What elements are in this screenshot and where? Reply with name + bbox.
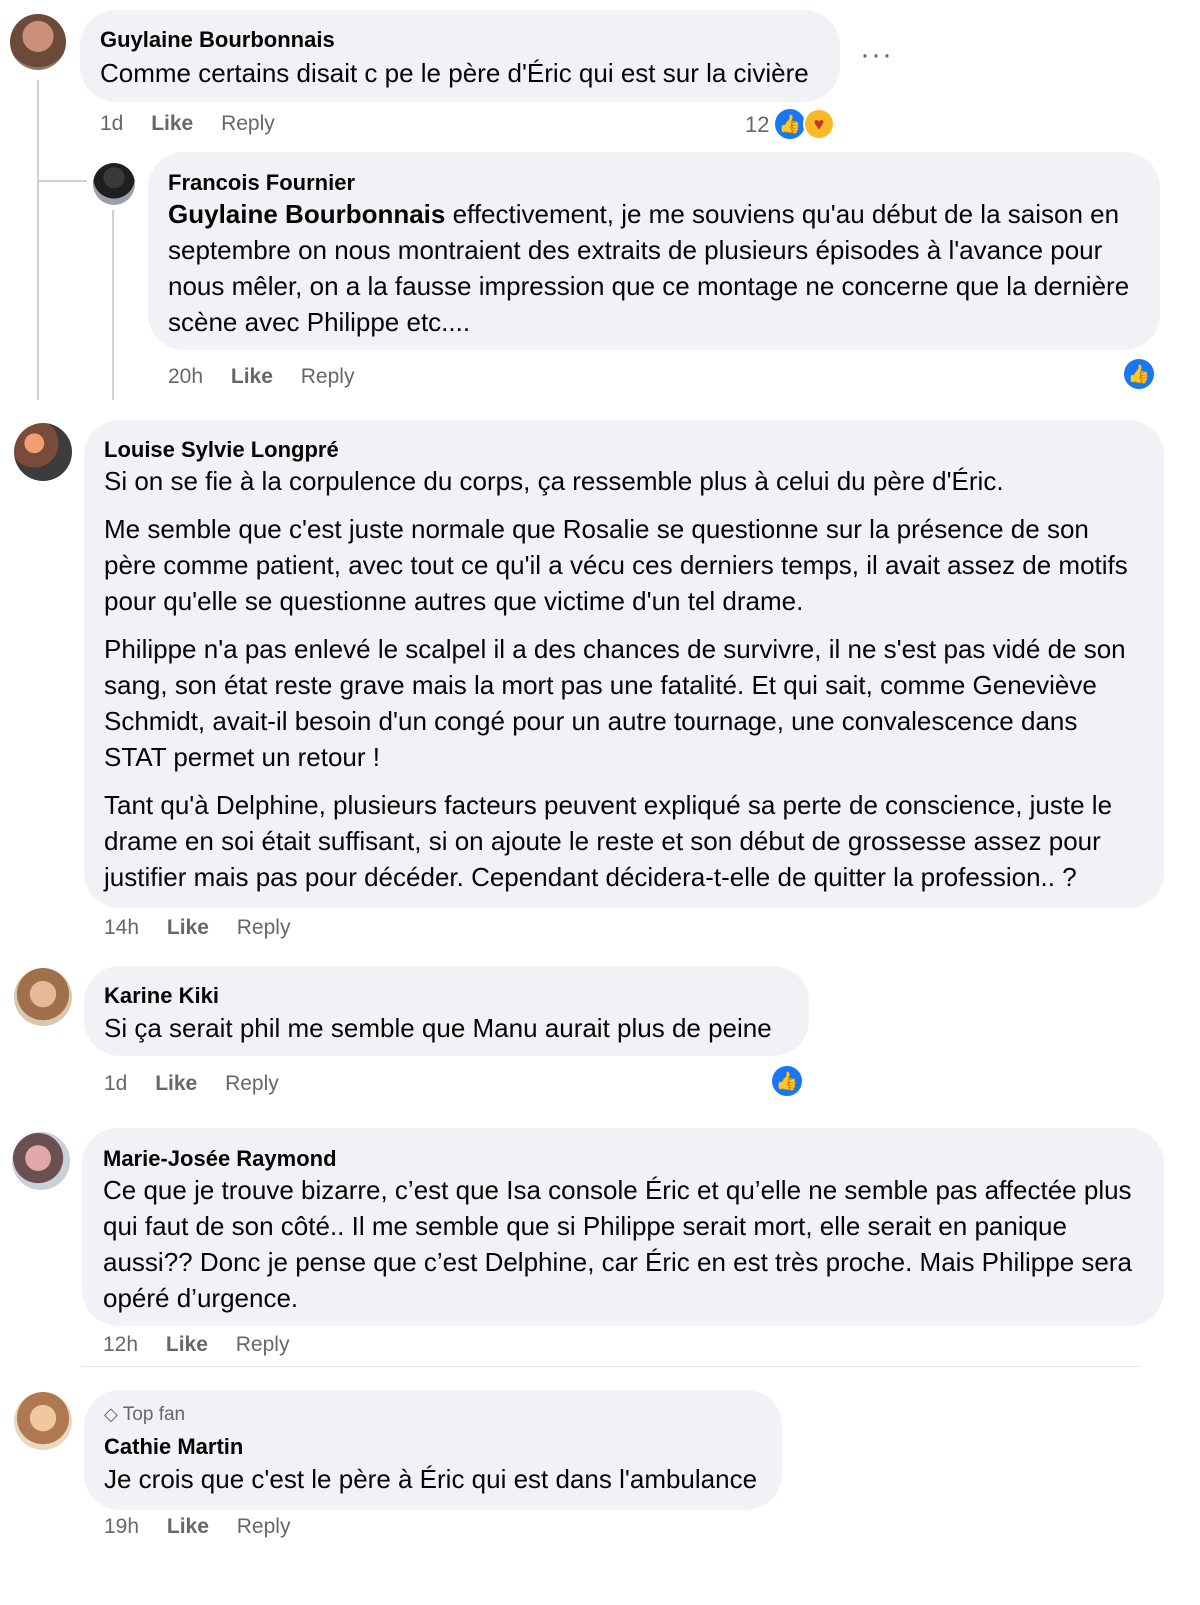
- like-button[interactable]: Like: [166, 1333, 208, 1357]
- comment-author[interactable]: Cathie Martin: [104, 1434, 243, 1460]
- comment-actions: 1d Like Reply: [104, 1072, 301, 1096]
- comment-author[interactable]: Louise Sylvie Longpré: [104, 437, 339, 463]
- more-options-icon[interactable]: ···: [860, 38, 893, 72]
- comment-paragraph: Si on se fie à la corpulence du corps, ç…: [104, 466, 1004, 496]
- comment-actions: 1d Like Reply: [100, 112, 297, 136]
- like-icon[interactable]: 👍: [773, 107, 807, 141]
- thread-branch: [37, 180, 87, 182]
- avatar[interactable]: [14, 423, 72, 481]
- comment-paragraph: Philippe n'a pas enlevé le scalpel il a …: [104, 634, 1126, 772]
- comment-time[interactable]: 1d: [104, 1072, 127, 1096]
- comment-paragraph: Me semble que c'est juste normale que Ro…: [104, 514, 1128, 616]
- comment-author[interactable]: Karine Kiki: [104, 983, 219, 1009]
- comment-actions: 12h Like Reply: [103, 1333, 311, 1357]
- avatar[interactable]: [14, 1392, 72, 1450]
- like-button[interactable]: Like: [231, 365, 273, 389]
- comment-text: Ce que je trouve bizarre, c’est que Isa …: [103, 1172, 1143, 1328]
- comment-author[interactable]: Marie-Josée Raymond: [103, 1146, 337, 1172]
- comment-actions: 19h Like Reply: [104, 1515, 312, 1539]
- reaction-count[interactable]: 12: [745, 112, 769, 138]
- avatar[interactable]: [14, 968, 72, 1026]
- comment-actions: 20h Like Reply: [168, 365, 376, 389]
- comment-text: Si ça serait phil me semble que Manu aur…: [104, 1010, 804, 1058]
- reply-thread-line: [112, 210, 114, 400]
- comment-text: Comme certains disait c pe le père d'Éri…: [100, 55, 830, 103]
- like-button[interactable]: Like: [167, 1515, 209, 1539]
- like-icon[interactable]: 👍: [770, 1064, 804, 1098]
- like-button[interactable]: Like: [155, 1072, 197, 1096]
- diamond-icon: ◇: [104, 1404, 118, 1424]
- comment-paragraph: Ce que je trouve bizarre, c’est que Isa …: [103, 1175, 1132, 1313]
- comment-time[interactable]: 20h: [168, 365, 203, 389]
- comment-time[interactable]: 19h: [104, 1515, 139, 1539]
- comment-text: Je crois que c'est le père à Éric qui es…: [104, 1461, 774, 1509]
- comment-author[interactable]: Guylaine Bourbonnais: [100, 27, 335, 53]
- like-button[interactable]: Like: [167, 916, 209, 940]
- thread-line: [37, 80, 39, 400]
- top-fan-badge: ◇ Top fan: [104, 1404, 185, 1426]
- comment-paragraph: Comme certains disait c pe le père d'Éri…: [100, 58, 809, 88]
- reply-button[interactable]: Reply: [301, 365, 355, 389]
- comment-text: Si on se fie à la corpulence du corps, ç…: [104, 463, 1144, 907]
- comment-paragraph: Je crois que c'est le père à Éric qui es…: [104, 1464, 758, 1494]
- care-icon[interactable]: ♥: [803, 108, 835, 140]
- reply-button[interactable]: Reply: [236, 1333, 290, 1357]
- comment-time[interactable]: 12h: [103, 1333, 138, 1357]
- comment-time[interactable]: 14h: [104, 916, 139, 940]
- like-button[interactable]: Like: [151, 112, 193, 136]
- avatar[interactable]: [93, 163, 135, 205]
- like-icon[interactable]: 👍: [1122, 357, 1156, 391]
- badge-label: Top fan: [122, 1404, 186, 1425]
- comment-paragraph: Tant qu'à Delphine, plusieurs facteurs p…: [104, 790, 1113, 892]
- comment-text: Guylaine Bourbonnais effectivement, je m…: [168, 196, 1143, 352]
- comment-paragraph: Si ça serait phil me semble que Manu aur…: [104, 1013, 772, 1043]
- avatar[interactable]: [10, 14, 66, 70]
- comment-time[interactable]: 1d: [100, 112, 123, 136]
- comment-author[interactable]: Francois Fournier: [168, 170, 355, 196]
- divider: [82, 1366, 1140, 1367]
- comment-actions: 14h Like Reply: [104, 916, 312, 940]
- reply-button[interactable]: Reply: [225, 1072, 279, 1096]
- reply-button[interactable]: Reply: [221, 112, 275, 136]
- reply-button[interactable]: Reply: [237, 916, 291, 940]
- mention-link[interactable]: Guylaine Bourbonnais: [168, 199, 445, 229]
- reply-button[interactable]: Reply: [237, 1515, 291, 1539]
- avatar[interactable]: [12, 1132, 70, 1190]
